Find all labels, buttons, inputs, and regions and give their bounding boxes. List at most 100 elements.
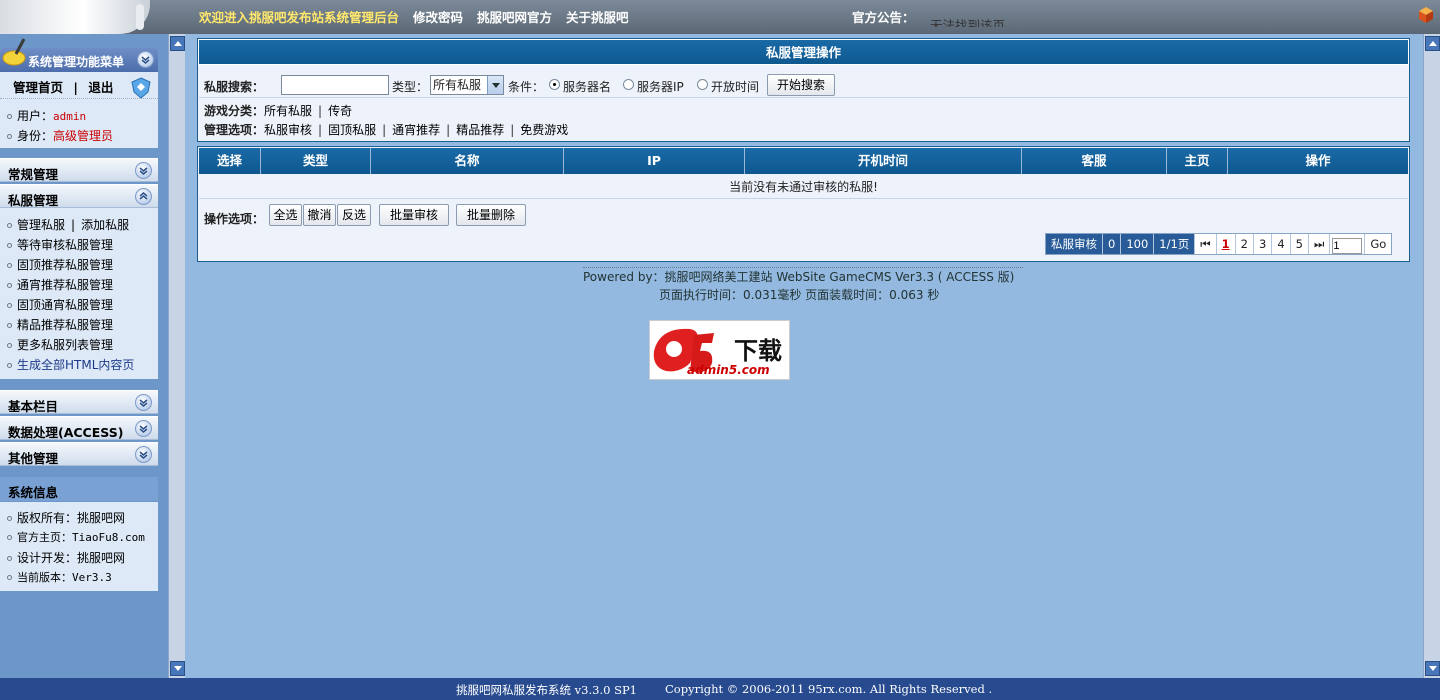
go-button[interactable]: Go	[1365, 234, 1391, 254]
sidebar-item-pinned-overnight[interactable]: 固顶通宵私服管理	[7, 296, 113, 313]
empty-message: 当前没有未通过审核的私服!	[199, 175, 1408, 199]
bullet-icon	[7, 114, 12, 119]
radio-open-time[interactable]	[697, 79, 708, 90]
page-input-wrap	[1330, 234, 1366, 254]
sidebar-item-manage: 管理私服 | 添加私服	[7, 216, 129, 233]
official-site-link[interactable]: 挑服吧网官方	[477, 7, 552, 27]
logout-link[interactable]: 退出	[88, 80, 113, 95]
section-private[interactable]: 私服管理	[0, 184, 158, 208]
user-label: 用户：	[17, 109, 54, 123]
scroll-up-icon[interactable]	[1425, 36, 1440, 51]
bullet-icon	[7, 363, 12, 368]
select-all-button[interactable]: 全选	[269, 204, 302, 226]
invert-button[interactable]: 反选	[337, 204, 371, 226]
pen-icon	[2, 38, 26, 66]
section-label: 私服管理	[8, 193, 59, 208]
page-5[interactable]: 5	[1291, 234, 1309, 254]
about-link[interactable]: 关于挑服吧	[566, 7, 629, 27]
collapse-icon[interactable]	[135, 188, 152, 205]
home-separator: |	[73, 80, 78, 95]
opt-pinned-link[interactable]: 固顶私服	[328, 123, 376, 137]
start-search-button[interactable]: 开始搜索	[767, 74, 835, 96]
search-row: 私服搜索： 类型： 所有私服 条件： 服务器名 服务器IP 开放时间 开始搜索	[204, 72, 1404, 96]
section-normal[interactable]: 常规管理	[0, 158, 158, 182]
type-selected: 所有私服	[433, 78, 482, 92]
last-page-icon[interactable]: ⏭	[1309, 234, 1331, 254]
expand-icon[interactable]	[135, 420, 152, 437]
role-line: 身份：高级管理员	[7, 127, 113, 144]
expand-icon[interactable]	[135, 394, 152, 411]
sidebar-item-more[interactable]: 更多私服列表管理	[7, 336, 113, 353]
info-text: 版权所有：挑服吧网	[17, 511, 126, 525]
system-name: 挑服吧网私服发布系统 v3.3.0 SP1	[456, 683, 638, 697]
col-name: 名称	[371, 148, 564, 174]
sidebar-item-pinned[interactable]: 固顶推荐私服管理	[7, 256, 113, 273]
item-label: 通宵推荐私服管理	[17, 278, 114, 292]
search-input[interactable]	[281, 75, 389, 95]
role-label: 身份：	[17, 129, 54, 143]
expand-icon[interactable]	[135, 162, 152, 179]
sidebar-scrollbar[interactable]	[168, 34, 185, 678]
menu-title: 系统管理功能菜单	[28, 55, 125, 69]
section-basic[interactable]: 基本栏目	[0, 390, 158, 414]
batch-delete-button[interactable]: 批量删除	[456, 204, 526, 226]
divider	[583, 267, 1023, 268]
scroll-down-icon[interactable]	[170, 661, 185, 676]
section-label: 其他管理	[8, 451, 59, 466]
sysinfo-list: 版权所有：挑服吧网 官方主页：TiaoFu8.com 设计开发：挑服吧网 当前版…	[0, 502, 158, 591]
game-category-row: 游戏分类：所有私服 | 传奇	[204, 102, 352, 119]
top-bar: 欢迎进入挑服吧发布站系统管理后台 修改密码 挑服吧网官方 关于挑服吧 官方公告：…	[0, 0, 1440, 34]
logo-text: 下载	[734, 337, 782, 365]
undo-button[interactable]: 撤消	[303, 204, 336, 226]
opt-overnight-link[interactable]: 通宵推荐	[392, 123, 440, 137]
sidebar-item-pending[interactable]: 等待审核私服管理	[7, 236, 113, 253]
bullet-icon	[7, 223, 12, 228]
scroll-down-icon[interactable]	[1425, 661, 1440, 676]
opt-featured-link[interactable]: 精品推荐	[456, 123, 504, 137]
type-select[interactable]: 所有私服	[430, 75, 504, 95]
page-2[interactable]: 2	[1236, 234, 1254, 254]
collapse-icon[interactable]	[137, 51, 154, 68]
radio-server-ip[interactable]	[623, 79, 634, 90]
manage-link[interactable]: 管理私服	[17, 218, 65, 232]
list-panel: 选择 类型 名称 IP 开机时间 客服 主页 操作 当前没有未通过审核的私服! …	[197, 146, 1410, 262]
divider	[0, 98, 158, 99]
home-link[interactable]: 管理首页	[13, 80, 63, 95]
opt-free-link[interactable]: 免费游戏	[520, 123, 568, 137]
col-type: 类型	[261, 148, 371, 174]
opt-review-link[interactable]: 私服审核	[264, 123, 312, 137]
section-other[interactable]: 其他管理	[0, 442, 158, 466]
separator: |	[318, 123, 323, 137]
page-4[interactable]: 4	[1272, 234, 1291, 254]
section-data[interactable]: 数据处理(ACCESS)	[0, 416, 158, 440]
box-icon[interactable]	[1418, 6, 1434, 24]
cat-all-link[interactable]: 所有私服	[264, 104, 312, 118]
info-text: 当前版本：Ver3.3	[17, 571, 112, 584]
bullet-icon	[7, 516, 12, 521]
item-label: 固顶通宵私服管理	[17, 298, 114, 312]
radio-label: 服务器名	[563, 80, 612, 94]
expand-icon[interactable]	[135, 446, 152, 463]
batch-review-button[interactable]: 批量审核	[379, 204, 449, 226]
sidebar-item-overnight[interactable]: 通宵推荐私服管理	[7, 276, 113, 293]
main-scrollbar[interactable]	[1423, 34, 1440, 678]
chevron-down-icon	[487, 76, 503, 94]
page-input[interactable]	[1332, 238, 1363, 254]
page-3[interactable]: 3	[1254, 234, 1273, 254]
change-password-link[interactable]: 修改密码	[413, 7, 463, 27]
cat-legend-link[interactable]: 传奇	[328, 104, 352, 118]
add-link[interactable]: 添加私服	[81, 218, 129, 232]
sidebar-item-generate-html[interactable]: 生成全部HTML内容页	[7, 356, 134, 373]
scroll-up-icon[interactable]	[170, 36, 185, 51]
first-page-icon[interactable]: ⏮	[1195, 234, 1217, 254]
page-1[interactable]: 1	[1217, 234, 1236, 254]
pager-label: 私服审核	[1046, 234, 1103, 254]
bullet-icon	[7, 243, 12, 248]
sidebar-item-featured[interactable]: 精品推荐私服管理	[7, 316, 113, 333]
bullet-icon	[7, 535, 12, 540]
role-value: 高级管理员	[53, 129, 114, 143]
private-menu: 管理私服 | 添加私服 等待审核私服管理 固顶推荐私服管理 通宵推荐私服管理 固顶通…	[0, 208, 158, 379]
radio-server-name[interactable]	[549, 79, 560, 90]
panel-title: 私服管理操作	[198, 39, 1409, 65]
announce-text[interactable]: 无法找到该页	[930, 15, 1005, 27]
